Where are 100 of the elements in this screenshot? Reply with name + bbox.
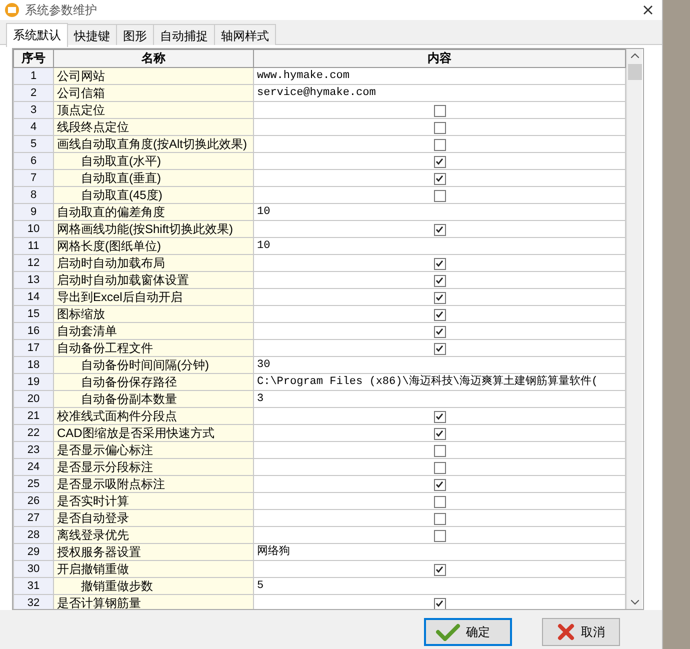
- checkbox[interactable]: [434, 258, 446, 270]
- row-number: 16: [14, 322, 54, 340]
- scrollbar[interactable]: [626, 49, 642, 609]
- row-number: 2: [14, 84, 54, 102]
- checkbox[interactable]: [434, 104, 446, 117]
- row-number: 5: [14, 136, 54, 152]
- row-number: 3: [14, 102, 54, 118]
- setting-name: 自动备份保存路径: [54, 374, 254, 390]
- setting-name: 图标缩放: [54, 306, 254, 322]
- setting-name: 是否显示偏心标注: [54, 442, 254, 458]
- row-number: 24: [14, 458, 54, 476]
- row-number: 11: [14, 238, 54, 254]
- checkbox[interactable]: [434, 292, 446, 304]
- setting-name: 是否实时计算: [54, 492, 254, 510]
- row-number: 7: [14, 170, 54, 186]
- row-number: 15: [14, 306, 54, 322]
- window-title: 系统参数维护: [25, 2, 98, 18]
- tab[interactable]: 轴网样式: [214, 24, 276, 45]
- setting-name: 自动备份副本数量: [54, 390, 254, 408]
- row-number: 31: [14, 578, 54, 594]
- checkbox[interactable]: [434, 172, 446, 185]
- setting-name: 是否显示分段标注: [54, 458, 254, 476]
- row-number: 9: [14, 204, 54, 220]
- checkbox[interactable]: [434, 308, 446, 321]
- scroll-thumb[interactable]: [628, 64, 642, 80]
- setting-value[interactable]: 10: [254, 238, 626, 254]
- setting-name: 自动备份时间间隔(分钟): [54, 356, 254, 374]
- checkbox[interactable]: [434, 598, 446, 609]
- setting-name: 授权服务器设置: [54, 544, 254, 560]
- setting-name: 开启撤销重做: [54, 560, 254, 578]
- row-number: 21: [14, 408, 54, 424]
- setting-name: 校准线式面构件分段点: [54, 408, 254, 424]
- checkbox[interactable]: [434, 138, 446, 151]
- checkbox[interactable]: [434, 274, 446, 287]
- setting-name: 自动备份工程文件: [54, 340, 254, 356]
- tab[interactable]: 系统默认: [6, 23, 68, 47]
- checkbox[interactable]: [434, 326, 446, 338]
- row-number: 28: [14, 526, 54, 544]
- scroll-down-icon[interactable]: [630, 600, 638, 605]
- row-number: 26: [14, 492, 54, 510]
- checkbox[interactable]: [434, 512, 446, 525]
- row-number: 29: [14, 544, 54, 560]
- checkbox[interactable]: [434, 478, 446, 491]
- checkbox[interactable]: [434, 224, 446, 236]
- row-number: 27: [14, 510, 54, 526]
- setting-name: 启动时自动加载布局: [54, 254, 254, 272]
- setting-value[interactable]: 网络狗: [254, 544, 626, 560]
- setting-name: 自动取直(垂直): [54, 170, 254, 186]
- check-icon: [436, 623, 460, 641]
- checkbox[interactable]: [434, 444, 446, 457]
- tab[interactable]: 自动捕捉: [153, 24, 215, 45]
- checkbox[interactable]: [434, 530, 446, 542]
- setting-name: 公司网站: [54, 68, 254, 84]
- cancel-button[interactable]: 取消: [542, 618, 620, 646]
- checkbox[interactable]: [434, 496, 446, 508]
- setting-name: 顶点定位: [54, 102, 254, 118]
- setting-name: 画线自动取直角度(按Alt切换此效果): [54, 136, 254, 152]
- checkbox[interactable]: [434, 564, 446, 576]
- setting-value[interactable]: 30: [254, 356, 626, 374]
- setting-name: 自动取直(水平): [54, 152, 254, 170]
- row-number: 1: [14, 68, 54, 84]
- column-header: 内容: [254, 50, 626, 68]
- column-header: 名称: [54, 50, 254, 68]
- checkbox[interactable]: [434, 462, 446, 474]
- setting-name: 线段终点定位: [54, 118, 254, 136]
- setting-value[interactable]: www.hymake.com: [254, 68, 626, 84]
- tab[interactable]: 快捷键: [67, 24, 117, 45]
- row-number: 18: [14, 356, 54, 374]
- row-number: 14: [14, 288, 54, 306]
- checkbox[interactable]: [434, 428, 446, 440]
- row-number: 30: [14, 560, 54, 578]
- row-number: 10: [14, 220, 54, 238]
- setting-value[interactable]: service@hymake.com: [254, 84, 626, 102]
- setting-name: 网格画线功能(按Shift切换此效果): [54, 220, 254, 238]
- row-number: 12: [14, 254, 54, 272]
- setting-name: 是否自动登录: [54, 510, 254, 526]
- setting-name: 导出到Excel后自动开启: [54, 288, 254, 306]
- setting-name: 自动取直的偏差角度: [54, 204, 254, 220]
- row-number: 6: [14, 152, 54, 170]
- setting-name: 是否计算钢筋量: [54, 594, 254, 609]
- ok-button[interactable]: 确定: [424, 618, 512, 646]
- row-number: 20: [14, 390, 54, 408]
- setting-name: 公司信箱: [54, 84, 254, 102]
- scroll-up-icon[interactable]: [630, 53, 638, 58]
- checkbox[interactable]: [434, 122, 446, 134]
- setting-name: 网格长度(图纸单位): [54, 238, 254, 254]
- tab[interactable]: 图形: [116, 24, 154, 45]
- setting-value[interactable]: 5: [254, 578, 626, 594]
- setting-value[interactable]: C:\Program Files (x86)\海迈科技\海迈爽算土建钢筋算量软件(: [254, 374, 626, 390]
- row-number: 8: [14, 186, 54, 204]
- checkbox[interactable]: [434, 410, 446, 423]
- setting-value[interactable]: 3: [254, 390, 626, 408]
- setting-name: 自动套清单: [54, 322, 254, 340]
- checkbox[interactable]: [434, 156, 446, 168]
- setting-value[interactable]: 10: [254, 204, 626, 220]
- checkbox[interactable]: [434, 190, 446, 202]
- checkbox[interactable]: [434, 342, 446, 355]
- setting-name: 自动取直(45度): [54, 186, 254, 204]
- setting-name: 撤销重做步数: [54, 578, 254, 594]
- row-number: 32: [14, 594, 54, 609]
